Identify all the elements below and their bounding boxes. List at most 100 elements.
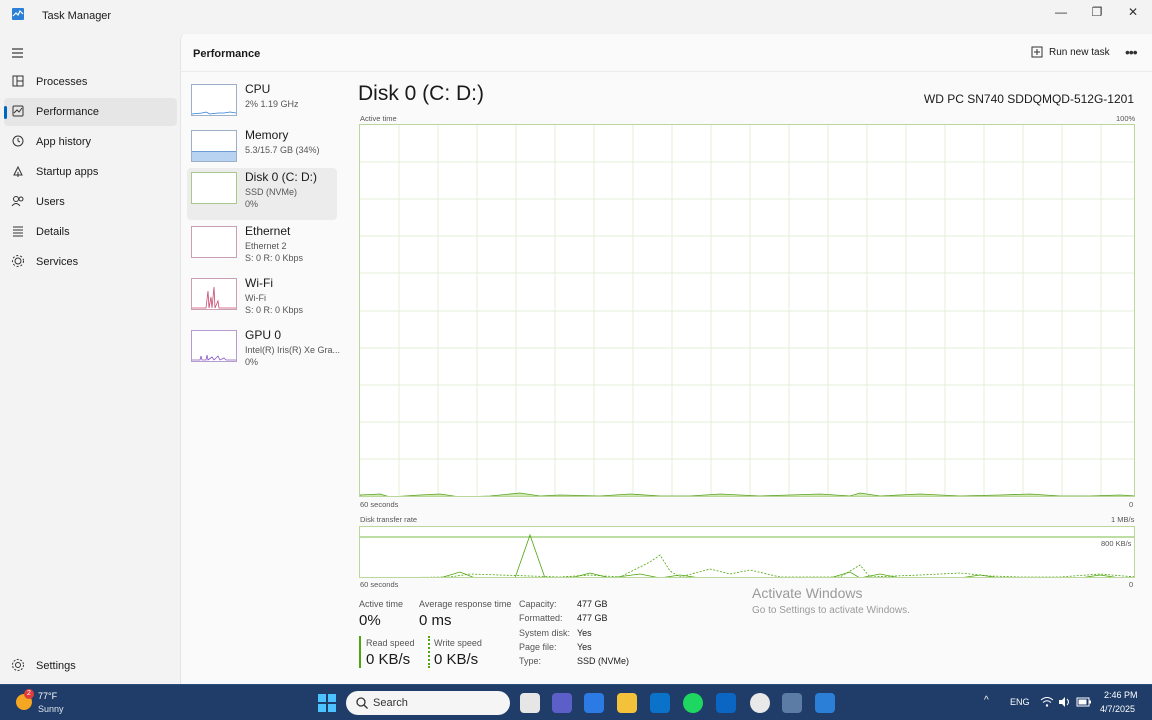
clock-date[interactable]: 4/7/2025 (1100, 704, 1135, 714)
wifi-icon[interactable] (1040, 696, 1054, 708)
system-disk-value: Yes (577, 628, 592, 638)
taskbar-search-box[interactable]: Search (346, 691, 510, 715)
window-title: Task Manager (42, 10, 112, 22)
read-speed-indicator (359, 636, 361, 668)
transfer-rate-min-label: 0 (1129, 580, 1134, 589)
weather-temperature: 77°F (38, 691, 58, 701)
search-icon (356, 697, 368, 709)
read-speed-value: 0 KB/s (366, 651, 411, 668)
hamburger-menu-icon[interactable] (10, 46, 26, 60)
disk-model: WD PC SN740 SDDQMQD-512G-1201 (923, 92, 1134, 106)
teams-icon[interactable] (552, 693, 572, 713)
main-panel: Performance Run new task ••• CPU 2% 1.19… (180, 34, 1152, 684)
folder-icon[interactable] (617, 693, 637, 713)
memory-thumbnail (191, 130, 237, 162)
outlook-icon[interactable] (650, 693, 670, 713)
windows-start-icon[interactable] (318, 694, 336, 712)
task-manager-taskbar-icon[interactable] (815, 693, 835, 713)
language-indicator[interactable]: ENG (1010, 697, 1030, 707)
run-task-icon (1031, 46, 1043, 58)
tray-overflow-chevron[interactable]: ^ (984, 695, 989, 706)
type-key: Type: (519, 656, 542, 666)
sidebar-item-processes[interactable]: Processes (4, 68, 177, 96)
taskbar: 2 77°F Sunny Search ^ ENG 2:46 PM 4/7/20… (0, 684, 1152, 720)
sidebar-item-startup-apps[interactable]: Startup apps (4, 158, 177, 186)
avg-response-stat-value: 0 ms (419, 612, 452, 629)
device-cpu[interactable]: CPU 2% 1.19 GHz (187, 80, 337, 128)
transfer-rate-mid-label: 800 KB/s (1101, 539, 1132, 548)
weather-condition: Sunny (38, 704, 64, 714)
transfer-rate-max-label: 1 MB/s (1111, 515, 1135, 524)
sidebar-item-label: Details (36, 226, 70, 238)
page-file-key: Page file: (519, 642, 557, 652)
main-header: Performance Run new task ••• (181, 34, 1152, 72)
spotify-icon[interactable] (683, 693, 703, 713)
page-title: Performance (193, 48, 261, 60)
chrome-icon[interactable] (750, 693, 770, 713)
services-icon (12, 255, 24, 267)
active-time-graph (359, 124, 1135, 497)
device-detail: Wi-Fi (245, 293, 266, 303)
device-name: Wi-Fi (245, 276, 273, 290)
sidebar-item-app-history[interactable]: App history (4, 128, 177, 156)
device-wifi[interactable]: Wi-Fi Wi-Fi S: 0 R: 0 Kbps (187, 274, 337, 324)
cpu-thumbnail (191, 84, 237, 116)
activate-windows-subtitle: Go to Settings to activate Windows. (752, 605, 910, 616)
settings-label: Settings (36, 660, 76, 672)
processes-icon (12, 75, 24, 87)
run-new-task-button[interactable]: Run new task (1031, 46, 1110, 58)
volume-icon[interactable] (1058, 696, 1072, 708)
close-button[interactable]: ✕ (1116, 2, 1150, 22)
active-indicator (4, 106, 7, 119)
linkedin-icon[interactable] (716, 693, 736, 713)
capacity-value: 477 GB (577, 599, 608, 609)
search-label: Search (373, 697, 408, 709)
weather-badge: 2 (24, 689, 34, 699)
title-bar: Task Manager — ❐ ✕ (0, 0, 1152, 34)
transfer-rate-timespan: 60 seconds (360, 580, 399, 589)
device-name: Disk 0 (C: D:) (245, 170, 317, 184)
write-speed-indicator (428, 636, 430, 668)
clock-time[interactable]: 2:46 PM (1104, 690, 1138, 700)
sidebar-item-details[interactable]: Details (4, 218, 177, 246)
battery-icon[interactable] (1076, 696, 1092, 708)
device-name: GPU 0 (245, 328, 282, 342)
store-icon[interactable] (584, 693, 604, 713)
ethernet-thumbnail (191, 226, 237, 258)
read-speed-label: Read speed (366, 638, 415, 648)
sidebar-item-settings[interactable]: Settings (4, 652, 177, 680)
sidebar-item-performance[interactable]: Performance (4, 98, 177, 126)
active-time-timespan: 60 seconds (360, 500, 399, 509)
device-name: CPU (245, 82, 271, 96)
formatted-value: 477 GB (577, 613, 608, 623)
minimize-button[interactable]: — (1044, 2, 1078, 22)
formatted-key: Formatted: (519, 613, 563, 623)
task-view-icon[interactable] (520, 693, 540, 713)
sidebar-item-label: Processes (36, 76, 88, 88)
write-speed-label: Write speed (434, 638, 482, 648)
avg-response-stat-label: Average response time (419, 599, 512, 609)
page-file-value: Yes (577, 642, 592, 652)
maximize-button[interactable]: ❐ (1080, 2, 1114, 22)
sidebar: Processes Performance App history Startu… (0, 34, 180, 684)
active-time-label: Active time (360, 114, 397, 123)
sidebar-item-users[interactable]: Users (4, 188, 177, 216)
sidebar-item-label: Services (36, 256, 79, 268)
device-usage: 0% (245, 199, 259, 209)
active-time-stat-label: Active time (359, 599, 404, 609)
device-name: Ethernet (245, 224, 291, 238)
device-disk-0[interactable]: Disk 0 (C: D:) SSD (NVMe) 0% (187, 168, 337, 220)
device-memory[interactable]: Memory 5.3/15.7 GB (34%) (187, 126, 337, 174)
startup-icon (13, 165, 23, 177)
device-manager-icon[interactable] (782, 693, 802, 713)
device-detail: Intel(R) Iris(R) Xe Gra... (245, 345, 341, 355)
sidebar-item-services[interactable]: Services (4, 248, 177, 276)
device-ethernet[interactable]: Ethernet Ethernet 2 S: 0 R: 0 Kbps (187, 222, 337, 272)
transfer-rate-label: Disk transfer rate (360, 515, 418, 524)
device-detail: Ethernet 2 (245, 241, 287, 251)
capacity-key: Capacity: (519, 599, 557, 609)
device-gpu-0[interactable]: GPU 0 Intel(R) Iris(R) Xe Gra... 0% (187, 326, 341, 376)
disk-thumbnail (191, 172, 237, 204)
more-options-button[interactable]: ••• (1125, 44, 1138, 60)
active-time-min-label: 0 (1129, 500, 1134, 509)
